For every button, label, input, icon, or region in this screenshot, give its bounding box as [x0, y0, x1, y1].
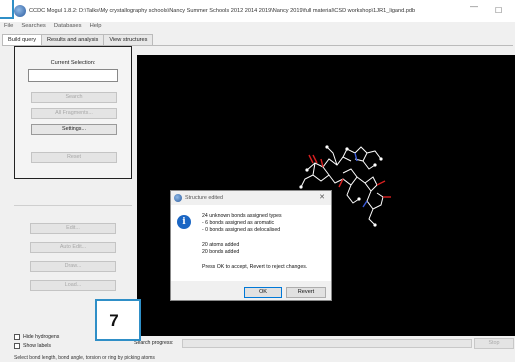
revert-button[interactable]: Revert: [286, 287, 326, 298]
query-panel: Current Selection: Search All Fragments.…: [14, 46, 132, 179]
edit-panel: Edit... Auto Edit... Draw... Load...: [14, 205, 132, 297]
highlight-bracket: [0, 0, 14, 19]
settings-button[interactable]: Settings...: [31, 124, 117, 135]
draw-button[interactable]: Draw...: [30, 261, 116, 272]
maximize-button[interactable]: ☐: [495, 6, 502, 15]
show-labels-label: Show labels: [23, 343, 51, 349]
current-selection-label: Current Selection:: [50, 60, 96, 66]
menu-databases[interactable]: Databases: [54, 23, 82, 33]
dialog-line-unknown-bonds: 24 unknown bonds assigned types: [202, 213, 282, 219]
info-icon: i: [177, 215, 191, 229]
dialog-line-atoms-added: 20 atoms added: [202, 242, 240, 248]
all-fragments-button[interactable]: All Fragments...: [31, 108, 117, 119]
dialog-line-instructions: Press OK to accept, Revert to reject cha…: [202, 264, 308, 270]
load-button[interactable]: Load...: [30, 280, 116, 291]
mogul-dialog-icon: [174, 194, 182, 202]
status-bar: Select bond length, bond angle, torsion …: [14, 355, 155, 361]
hide-hydrogens-row[interactable]: Hide hydrogens: [14, 334, 59, 340]
dialog-title: Structure edited: [185, 195, 224, 201]
tab-build-query[interactable]: Build query: [2, 34, 42, 45]
menu-bar: File Searches Databases Help: [0, 23, 102, 33]
show-labels-row[interactable]: Show labels: [14, 343, 51, 349]
auto-edit-button[interactable]: Auto Edit...: [30, 242, 116, 253]
reset-button[interactable]: Reset: [31, 152, 117, 163]
hide-hydrogens-label: Hide hydrogens: [23, 334, 60, 340]
dialog-line-delocalised: - 0 bonds assigned as delocalised: [202, 227, 281, 233]
dialog-titlebar: Structure edited ✕: [171, 191, 331, 205]
edit-button[interactable]: Edit...: [30, 223, 116, 234]
menu-file[interactable]: File: [4, 23, 13, 33]
step-callout: 7: [95, 299, 141, 341]
stop-button[interactable]: Stop: [474, 338, 514, 349]
structure-edited-dialog: Structure edited ✕ i 24 unknown bonds as…: [170, 190, 332, 301]
tab-view-structures[interactable]: View structures: [103, 34, 154, 45]
show-labels-checkbox[interactable]: [14, 343, 20, 349]
dialog-line-bonds-added: 20 bonds added: [202, 249, 240, 255]
hide-hydrogens-checkbox[interactable]: [14, 334, 20, 340]
search-button[interactable]: Search: [31, 92, 117, 103]
ok-button[interactable]: OK: [244, 287, 282, 298]
dialog-body: i 24 unknown bonds assigned types - 6 bo…: [171, 205, 331, 281]
dialog-close-icon[interactable]: ✕: [319, 193, 325, 201]
window-title: CCDC Mogul 1.8.2: D:\Talks\My crystallog…: [29, 8, 416, 14]
dialog-line-aromatic: - 6 bonds assigned as aromatic: [202, 220, 275, 226]
tab-strip: Build query Results and analysis View st…: [2, 34, 154, 45]
current-selection-field[interactable]: [28, 69, 118, 82]
search-progress-bar: [182, 339, 472, 348]
menu-help[interactable]: Help: [90, 23, 102, 33]
mogul-app-icon: [14, 5, 26, 17]
step-number: 7: [109, 311, 119, 330]
tab-results-analysis[interactable]: Results and analysis: [41, 34, 105, 45]
window-titlebar: CCDC Mogul 1.8.2: D:\Talks\My crystallog…: [0, 0, 515, 22]
minimize-button[interactable]: —: [470, 2, 478, 11]
menu-searches[interactable]: Searches: [21, 23, 46, 33]
